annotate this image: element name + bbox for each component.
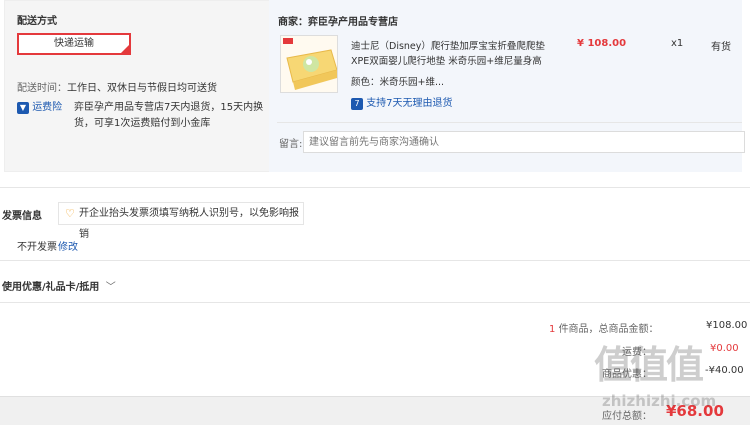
watermark-url: zhizhizhi.com: [602, 392, 717, 410]
merchant-divider: [277, 122, 742, 123]
product-qty: x1: [671, 38, 684, 49]
selected-corner-icon: [121, 45, 129, 53]
insurance-shield-icon: ▼: [17, 102, 29, 114]
coupon-title: 使用优惠/礼品卡/抵用: [2, 282, 100, 293]
product-color: 颜色：米奇乐园+维...: [351, 77, 445, 88]
product-stock: 有货: [711, 42, 731, 53]
chevron-down-icon: ﹀: [105, 282, 116, 293]
play-mat-image-icon: [281, 36, 337, 92]
delivery-time-value: 工作日、双休日与节假日均可送货: [67, 83, 217, 94]
insurance-text-1: 弈臣孕产用品专营店7天内退货，15天内换: [74, 102, 264, 113]
shipping-method-button[interactable]: 快递运输: [17, 33, 131, 55]
watermark-logo: 值值值: [594, 343, 704, 387]
discount-value: -¥40.00: [705, 365, 744, 376]
product-price: ¥ 108.00: [577, 38, 627, 49]
shipping-title: 配送方式: [17, 16, 57, 27]
message-input[interactable]: [303, 131, 745, 153]
merchant-name: 商家：弈臣孕产用品专营店: [278, 17, 398, 28]
message-label: 留言:: [279, 139, 303, 150]
insurance-text-2: 货，可享1次运费赔付到小金库: [74, 118, 211, 129]
goods-count: 1: [549, 324, 556, 335]
return-policy: 7 支持7天无理由退货: [351, 94, 453, 110]
shipping-method-label: 快递运输: [54, 38, 94, 49]
insurance-tag[interactable]: ▼ 运费险: [17, 98, 62, 114]
invoice-edit-link[interactable]: 修改: [58, 238, 78, 253]
section-divider-1: [0, 187, 750, 188]
return-policy-text: 支持7天无理由退货: [366, 98, 453, 109]
delivery-time: 配送时间：工作日、双休日与节假日均可送货: [17, 79, 217, 94]
delivery-time-label: 配送时间：: [17, 83, 67, 94]
invoice-status: 不开发票: [17, 242, 57, 253]
product-title-1[interactable]: 迪士尼（Disney）爬行垫加厚宝宝折叠爬爬垫: [351, 38, 545, 52]
goods-total: ¥108.00: [706, 320, 748, 331]
section-divider-3: [0, 302, 750, 303]
insurance-label: 运费险: [32, 102, 63, 113]
invoice-hint-text: 开企业抬头发票须填写纳税人识别号，以免影响报销: [79, 208, 299, 240]
invoice-title: 发票信息: [2, 211, 42, 222]
product-title-2[interactable]: XPE双面婴儿爬行地垫 米奇乐园+维尼量身高: [351, 53, 542, 67]
coupon-toggle[interactable]: 使用优惠/礼品卡/抵用 ﹀: [2, 278, 116, 293]
product-image[interactable]: [280, 35, 338, 93]
lightbulb-icon: ♡: [65, 207, 75, 220]
goods-count-line: 1 件商品，总商品金额：: [549, 320, 659, 335]
freight-value: ¥0.00: [710, 343, 739, 354]
section-divider-2: [0, 260, 750, 261]
invoice-hint: ♡ 开企业抬头发票须填写纳税人识别号，以免影响报销: [58, 202, 304, 240]
return-policy-icon: 7: [351, 98, 363, 110]
